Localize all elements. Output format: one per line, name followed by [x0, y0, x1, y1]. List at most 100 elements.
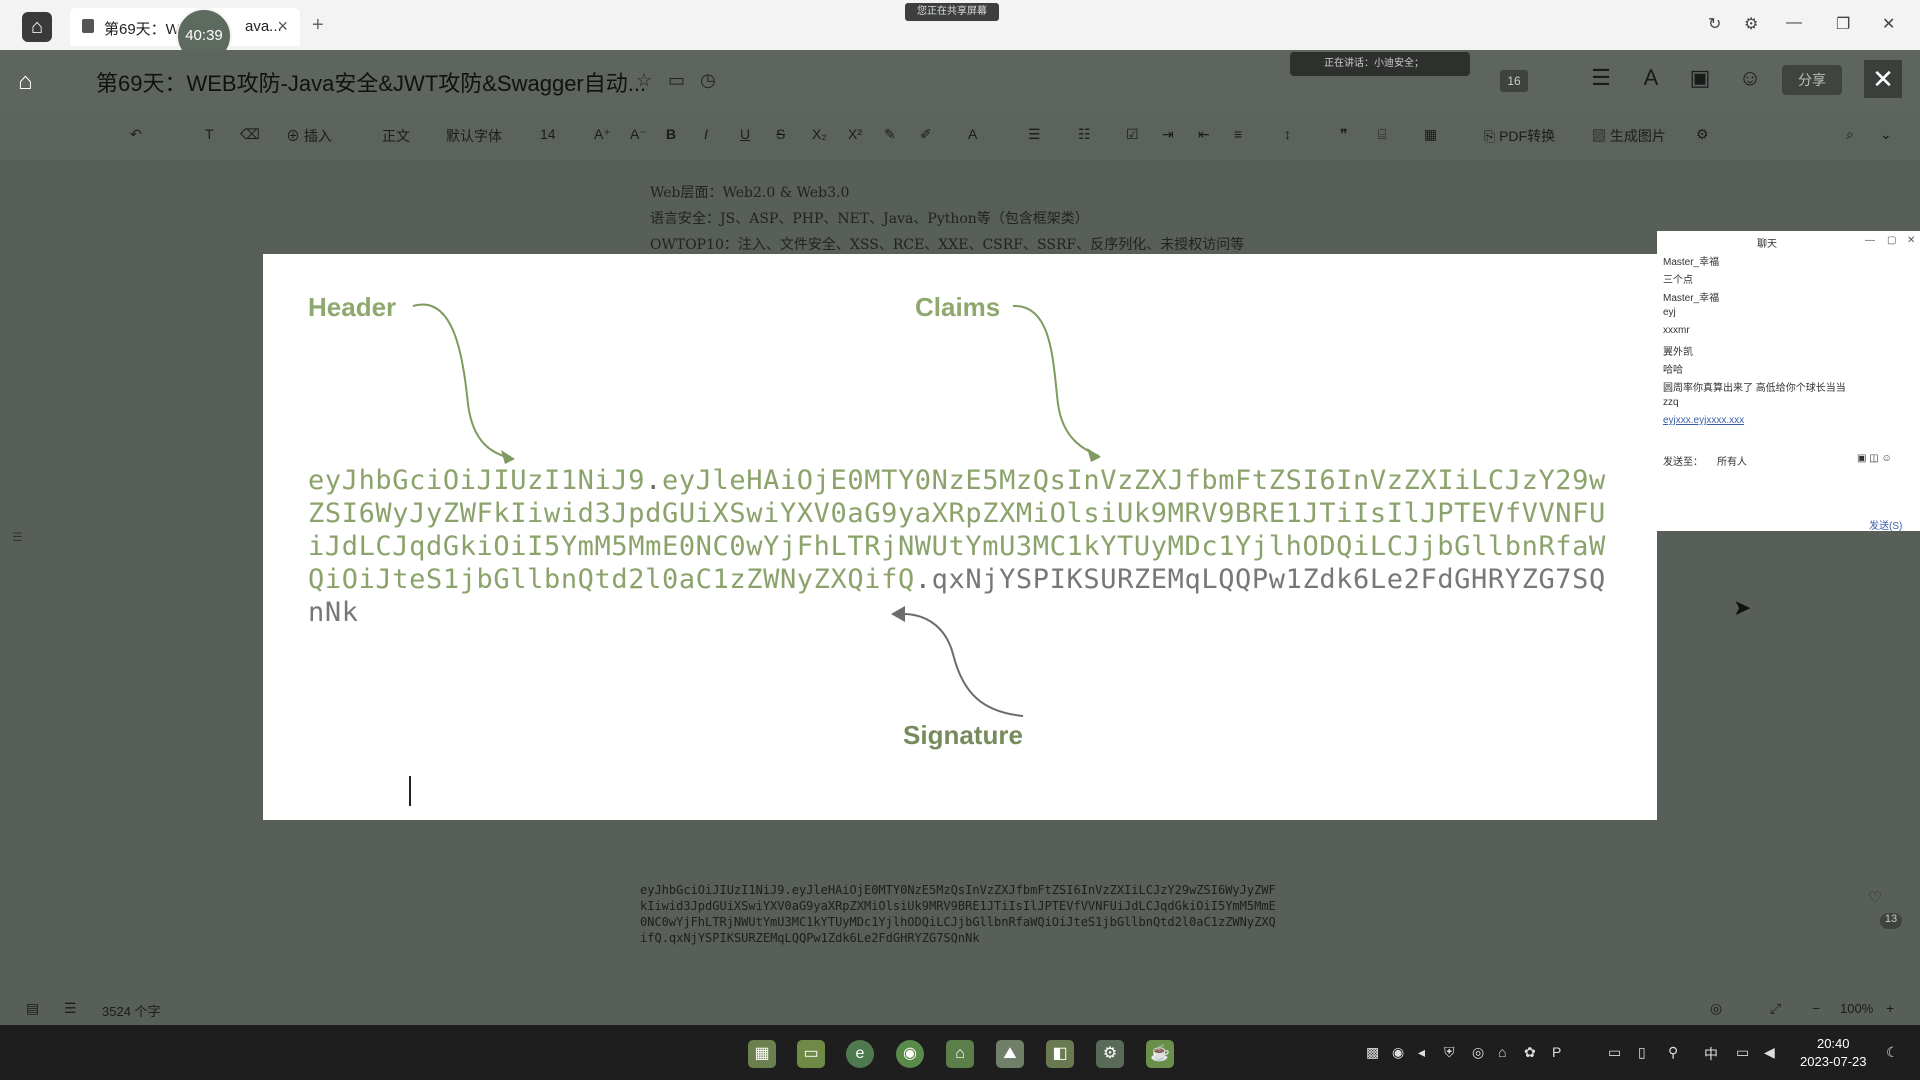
zoom-in-icon[interactable]: + [1886, 1000, 1894, 1016]
outdent-icon[interactable]: ⇤ [1198, 126, 1210, 143]
tray-app-icon[interactable]: ◂ [1418, 1044, 1425, 1061]
chrome-browser-icon[interactable]: ◉ [896, 1040, 924, 1068]
collaborators-icon[interactable]: ☺ [1736, 64, 1764, 92]
chat-message: 哈哈 [1663, 365, 1683, 376]
document-jwt-image[interactable]: eyJhbGciOiJIUzI1NiJ9.eyJleHAiOjE0MTY0NzE… [640, 882, 1280, 946]
present-icon[interactable]: ▣ [1686, 64, 1714, 92]
indent-icon[interactable]: ⇥ [1162, 126, 1174, 143]
chat-restore-icon[interactable]: ▢ [1887, 235, 1896, 246]
taskbar-clock[interactable]: 20:40 2023-07-23 [1800, 1035, 1867, 1071]
restore-icon[interactable]: ❐ [1836, 14, 1850, 34]
marker-icon[interactable]: ✐ [920, 126, 932, 143]
zoom-level[interactable]: 100% [1840, 1001, 1873, 1016]
security-tray-icon[interactable]: ⛨ [1444, 1044, 1455, 1061]
chat-minimize-icon[interactable]: — [1865, 235, 1875, 246]
star-icon[interactable]: ☆ [636, 70, 652, 91]
undo-icon[interactable]: ↶ [130, 126, 142, 143]
insert-button[interactable]: ⊕ 插入 [286, 126, 332, 146]
minimize-icon[interactable]: — [1786, 14, 1802, 32]
numbered-list-icon[interactable]: ☷ [1078, 126, 1091, 143]
increase-font-icon[interactable]: A⁺ [594, 126, 611, 143]
document-title[interactable]: 第69天：WEB攻防-Java安全&JWT攻防&Swagger自动... [96, 66, 646, 98]
font-color-icon[interactable]: A [968, 126, 977, 142]
tray-app-icon[interactable]: ▩ [1366, 1044, 1379, 1061]
focus-mode-icon[interactable]: ◎ [1710, 1000, 1722, 1017]
font-select[interactable]: 默认字体 [446, 126, 502, 146]
chat-tools-icon[interactable]: ▣ ◫ ☺ [1857, 453, 1892, 464]
chat-close-icon[interactable]: ✕ [1907, 235, 1915, 246]
table-icon[interactable]: ▦ [1424, 126, 1437, 143]
format-painter-icon[interactable]: T [205, 126, 214, 142]
decrease-font-icon[interactable]: A⁻ [630, 126, 647, 143]
highlight-icon[interactable]: ✎ [884, 126, 896, 143]
word-count[interactable]: 3524 个字 [102, 1001, 161, 1020]
generate-image-button[interactable]: ▨ 生成图片 [1592, 126, 1666, 146]
comment-count-badge[interactable]: 13 [1880, 913, 1902, 929]
underline-button[interactable]: U [740, 126, 750, 142]
send-to-select[interactable]: 所有人 [1717, 453, 1747, 468]
photos-app-icon[interactable]: ⛰ [996, 1040, 1024, 1068]
ide-app-icon[interactable]: ◧ [1046, 1040, 1074, 1068]
settings-icon[interactable]: ⚙ [1744, 14, 1758, 34]
superscript-icon[interactable]: X² [848, 126, 862, 142]
checklist-icon[interactable]: ☑ [1126, 126, 1139, 143]
italic-button[interactable]: I [704, 126, 708, 142]
meeting-speaker-bar[interactable]: 正在讲话：小迪安全； [1290, 52, 1470, 76]
window-close-icon[interactable]: ✕ [1882, 14, 1895, 34]
home-icon[interactable]: ⌂ [18, 68, 33, 96]
eraser-icon[interactable]: ⌫ [240, 126, 260, 143]
tray-app-icon[interactable]: ⌂ [1498, 1044, 1506, 1060]
send-button[interactable]: 发送(S) [1869, 517, 1902, 532]
search-icon[interactable]: ⌕ [1846, 126, 1854, 143]
text-format-icon[interactable]: A [1637, 64, 1665, 92]
network-icon[interactable]: ▭ [1736, 1044, 1749, 1061]
zoom-out-icon[interactable]: − [1812, 1000, 1820, 1016]
bullet-list-icon[interactable]: ☰ [1028, 126, 1041, 143]
quote-icon[interactable]: ❞ [1340, 126, 1348, 143]
edge-browser-icon[interactable]: e [846, 1040, 874, 1068]
screenshot-tray-icon[interactable]: ◎ [1472, 1044, 1484, 1061]
refresh-icon[interactable]: ↻ [1708, 14, 1721, 34]
tray-app-icon[interactable]: P [1552, 1044, 1561, 1060]
remote-app-icon[interactable]: ⚙ [1096, 1040, 1124, 1068]
notes-app-icon[interactable]: ⌂ [946, 1040, 974, 1068]
input-method-indicator[interactable]: 中 [1704, 1044, 1718, 1064]
pdf-convert-button[interactable]: ⎘ PDF转换 [1484, 126, 1555, 146]
plugin-icon[interactable]: ⚙ [1696, 126, 1709, 143]
layout-icon[interactable]: ☰ [64, 1000, 77, 1017]
app-logo-icon[interactable]: ⌂ [22, 12, 52, 42]
menu-icon[interactable]: ☰ [1587, 64, 1615, 92]
chat-message: 翼外凯 [1663, 347, 1693, 358]
move-icon[interactable]: ▭ [668, 70, 685, 91]
java-app-icon[interactable]: ☕ [1146, 1040, 1174, 1068]
new-tab-icon[interactable]: + [312, 14, 324, 37]
close-overlay-icon[interactable]: ✕ [1864, 60, 1902, 98]
fullscreen-icon[interactable]: ⤢ [1770, 1000, 1781, 1017]
line-spacing-icon[interactable]: ↕ [1284, 126, 1291, 142]
usb-tray-icon[interactable]: ▯ [1638, 1044, 1646, 1061]
tray-app-icon[interactable]: ◉ [1392, 1044, 1404, 1061]
toolbar-collapse-icon[interactable]: ⌄ [1880, 126, 1892, 143]
tray-app-icon[interactable]: ✿ [1524, 1044, 1536, 1061]
participant-count[interactable]: 16 [1500, 70, 1528, 92]
screen-share-badge[interactable]: 您正在共享屏幕 [905, 3, 999, 21]
notifications-icon[interactable]: ☾ [1886, 1044, 1899, 1061]
subscript-icon[interactable]: X₂ [812, 126, 827, 142]
code-block-icon[interactable]: ⌸ [1378, 126, 1386, 143]
volume-icon[interactable]: ◀ [1764, 1044, 1775, 1061]
bold-button[interactable]: B [666, 126, 676, 142]
start-icon[interactable]: ▦ [748, 1040, 776, 1068]
display-tray-icon[interactable]: ▭ [1608, 1044, 1621, 1061]
font-size-select[interactable]: 14 [540, 126, 556, 142]
file-explorer-icon[interactable]: ▭ [797, 1040, 825, 1068]
share-button[interactable]: 分享 [1782, 65, 1842, 95]
outline-toggle-icon[interactable]: ☰ [12, 530, 23, 544]
page-view-icon[interactable]: ▤ [26, 1000, 39, 1017]
chat-panel[interactable]: 聊天 — ▢ ✕ Master_幸福 三个点 Master_幸福 eyj xxx… [1657, 231, 1920, 532]
align-icon[interactable]: ≡ [1234, 126, 1242, 142]
paragraph-style-select[interactable]: 正文 [382, 126, 410, 146]
comment-icon[interactable]: ♡ [1868, 888, 1882, 908]
strikethrough-button[interactable]: S [776, 126, 785, 142]
microphone-icon[interactable]: ⚲ [1668, 1044, 1678, 1061]
close-tab-icon[interactable]: × [277, 16, 288, 37]
